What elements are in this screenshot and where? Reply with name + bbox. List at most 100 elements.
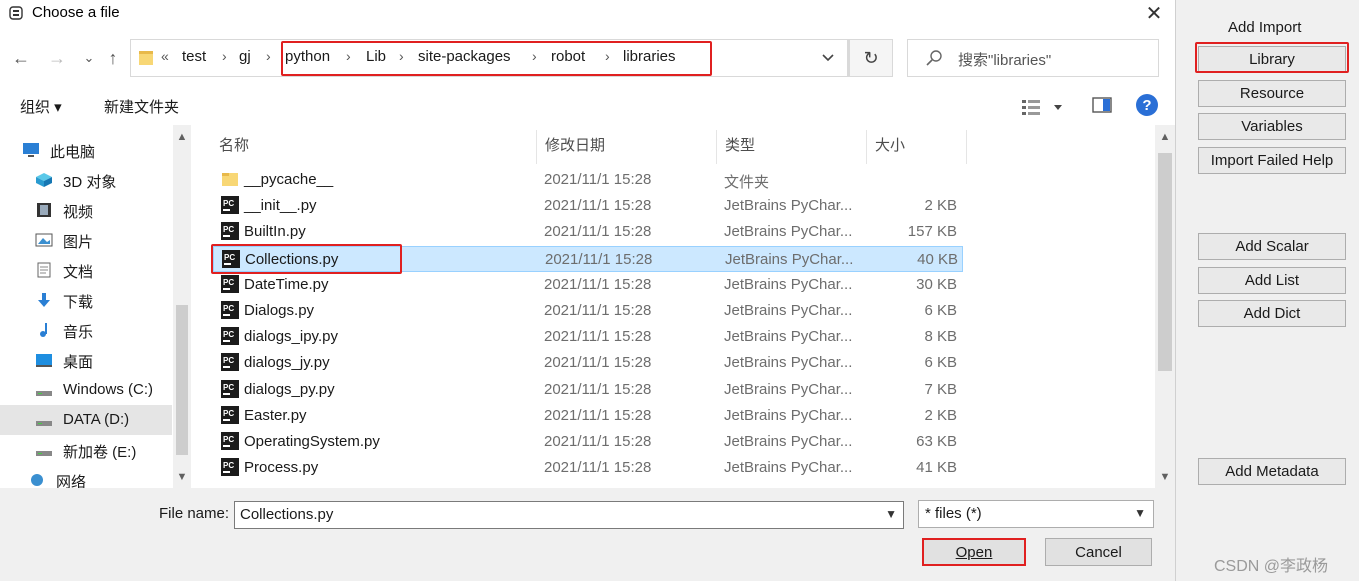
column-header-size-label: 大小 [875,137,906,154]
scroll-up-arrow-icon[interactable]: ▲ [1156,128,1174,146]
cancel-button[interactable]: Cancel [1045,538,1152,566]
file-row[interactable]: PC dialogs_jy.py 2021/11/1 15:28 JetBrains … [213,350,963,376]
sidebar-item[interactable]: 桌面 [0,345,172,375]
column-header-type[interactable]: 类型 [717,130,867,164]
sidebar-item[interactable]: 网络 [0,465,172,488]
sidebar-item[interactable]: 视频 [0,195,172,225]
address-dropdown-button[interactable] [808,39,848,77]
sidebar-item[interactable]: 文档 [0,255,172,285]
view-options-icon[interactable] [1020,96,1068,118]
sidebar-item[interactable]: 3D 对象 [0,165,172,195]
import-failed-help-button[interactable]: Import Failed Help [1198,147,1346,174]
sidebar-item[interactable]: 此电脑 [0,135,172,165]
add-list-button[interactable]: Add List [1198,267,1346,294]
file-date: 2021/11/1 15:28 [544,275,652,293]
breadcrumb-libraries[interactable]: libraries [623,48,676,65]
search-box[interactable]: 搜索"libraries" [907,39,1159,77]
open-button[interactable]: Open [922,538,1026,566]
sidebar-item-label: 桌面 [63,354,94,371]
close-button[interactable]: ✕ [1137,0,1171,26]
variables-button[interactable]: Variables [1198,113,1346,140]
file-name: OperatingSystem.py [244,433,380,450]
file-row[interactable]: PC Process.py 2021/11/1 15:28 JetBrains PyC… [213,455,963,481]
scrollbar-thumb[interactable] [176,305,188,455]
recent-locations-button[interactable]: ⌄ [76,44,102,72]
column-header-name[interactable]: 名称 [213,130,537,164]
back-button[interactable]: ← [8,44,34,72]
sidebar-item[interactable]: 图片 [0,225,172,255]
address-bar[interactable]: « test › gj › python › Lib › site-packag… [130,39,849,77]
file-list-scrollbar[interactable]: ▲ ▼ [1155,125,1175,488]
file-date: 2021/11/1 15:28 [544,459,652,477]
breadcrumb-separator[interactable]: › [605,48,610,64]
3d-objects-icon [35,172,53,188]
forward-button[interactable]: → [44,44,70,72]
organize-menu[interactable]: 组织 ▾ [20,96,62,117]
file-row[interactable]: PC DateTime.py 2021/11/1 15:28 JetBrains Py… [213,272,963,298]
breadcrumb-test[interactable]: test [182,48,206,65]
refresh-button[interactable]: ↻ [849,39,893,77]
scrollbar-thumb[interactable] [1158,153,1172,371]
add-metadata-button[interactable]: Add Metadata [1198,458,1346,485]
scroll-down-arrow-icon[interactable]: ▼ [173,468,191,486]
open-button-label: Open [955,543,993,561]
sidebar-item[interactable]: Windows (C:) [0,375,172,405]
file-row[interactable]: __pycache__ 2021/11/1 15:28 文件夹 [213,167,963,193]
breadcrumb-separator[interactable]: › [532,48,537,64]
breadcrumb-separator[interactable]: › [222,48,227,64]
pycharm-file-icon: PC [221,274,239,293]
file-row[interactable]: PC Dialogs.py 2021/11/1 15:28 JetBrains PyC… [213,298,963,324]
title-bar: Choose a file ✕ [0,0,1175,28]
file-date: 2021/11/1 15:28 [544,223,652,241]
breadcrumb-robot[interactable]: robot [551,48,585,65]
library-button[interactable]: Library [1198,46,1346,73]
add-dict-button[interactable]: Add Dict [1198,300,1346,327]
file-row[interactable]: PC OperatingSystem.py 2021/11/1 15:28 JetBr… [213,429,963,455]
breadcrumb-separator[interactable]: › [266,48,271,64]
breadcrumb-site-packages[interactable]: site-packages [418,48,511,65]
file-row[interactable]: PC dialogs_py.py 2021/11/1 15:28 JetBrains … [213,377,963,403]
scroll-up-arrow-icon[interactable]: ▲ [173,128,191,146]
add-scalar-label: Add Scalar [1235,238,1309,255]
file-size: 157 KB [907,223,957,241]
drive-icon [35,442,53,458]
sidebar-item[interactable]: 新加卷 (E:) [0,435,172,465]
file-name: DateTime.py [244,275,329,293]
sidebar-item[interactable]: 下载 [0,285,172,315]
breadcrumb-lib[interactable]: Lib [366,48,386,65]
file-name-input[interactable]: Collections.py ▼ [234,501,904,529]
file-row[interactable]: PC Collections.py 2021/11/1 15:28 JetBrains… [213,245,963,272]
new-folder-button[interactable]: 新建文件夹 [104,96,179,117]
file-row[interactable]: PC __init__.py 2021/11/1 15:28 JetBrains Py… [213,193,963,219]
sidebar-item[interactable]: DATA (D:) [0,405,172,435]
add-scalar-button[interactable]: Add Scalar [1198,233,1346,260]
scroll-down-arrow-icon[interactable]: ▼ [1156,468,1174,486]
sidebar-item[interactable]: 音乐 [0,315,172,345]
navigation-scrollbar[interactable]: ▲ ▼ [173,125,191,488]
resource-button[interactable]: Resource [1198,80,1346,107]
chevron-down-icon[interactable]: ▼ [885,507,897,521]
svg-text:PC: PC [223,304,234,313]
help-button[interactable]: ? [1136,94,1158,116]
breadcrumb-separator[interactable]: › [346,48,351,64]
column-header-date[interactable]: 修改日期 [537,130,717,164]
watermark: CSDN @李政杨 [1214,558,1329,575]
file-size: 6 KB [924,302,957,319]
chevron-down-icon[interactable]: ▼ [1134,506,1146,520]
preview-pane-icon[interactable] [1092,97,1112,113]
file-type: JetBrains PyChar... [724,433,853,450]
overflow-chevron[interactable]: « [161,48,169,64]
music-icon [35,322,53,338]
up-button[interactable]: ↑ [100,44,126,72]
column-header-size[interactable]: 大小 [867,130,967,164]
file-type-filter[interactable]: * files (*) ▼ [918,500,1154,528]
breadcrumb-gj[interactable]: gj [239,48,251,65]
file-row[interactable]: PC Easter.py 2021/11/1 15:28 JetBrains PyCh… [213,403,963,429]
breadcrumb-python[interactable]: python [285,48,330,65]
file-row[interactable]: PC dialogs_ipy.py 2021/11/1 15:28 JetBrains… [213,324,963,350]
desktop-icon [35,352,53,368]
file-size: 41 KB [916,459,957,477]
breadcrumb-separator[interactable]: › [399,48,404,64]
file-row[interactable]: PC BuiltIn.py 2021/11/1 15:28 JetBrains PyC… [213,219,963,245]
file-date: 2021/11/1 15:28 [544,328,652,346]
